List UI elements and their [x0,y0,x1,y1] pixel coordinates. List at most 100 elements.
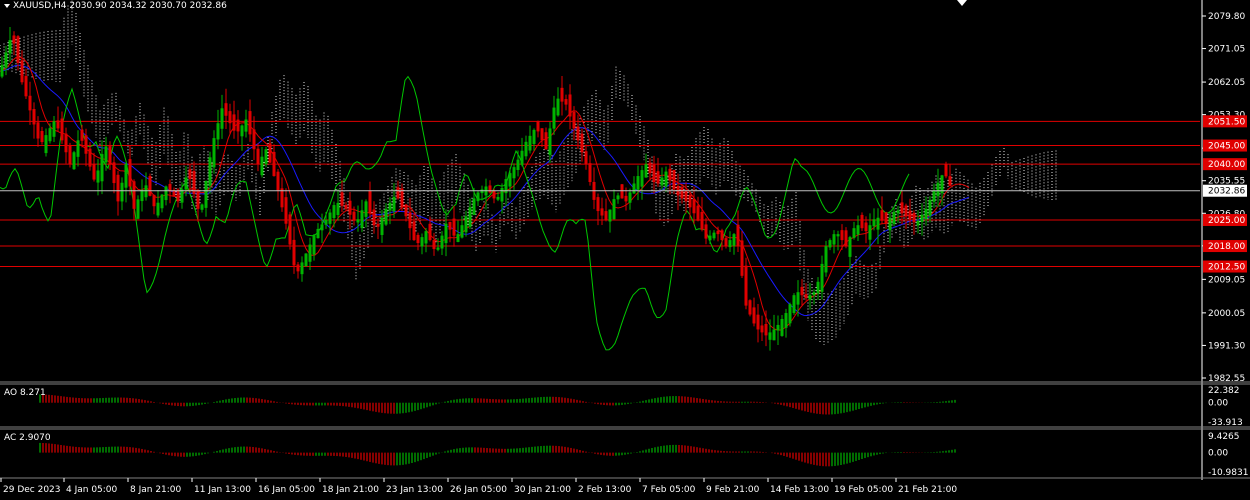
bull-candle [440,235,444,249]
bear-candle [688,195,692,208]
bear-candle [196,189,200,209]
scroll-marker-icon[interactable] [957,0,967,6]
bear-candle [428,223,432,241]
bull-candle [896,210,900,214]
bear-candle [652,164,656,183]
bull-candle [612,199,616,220]
bear-candle [404,204,408,217]
time-tick-label: 9 Feb 21:00 [706,485,760,495]
bear-candle [56,120,60,129]
bear-candle [272,151,276,177]
bull-candle [772,329,776,341]
bear-candle [572,111,576,129]
bear-candle [84,135,88,154]
osc-tick-label: -10.9831 [1208,468,1248,478]
bull-candle [828,240,832,248]
bear-candle [12,35,16,44]
bull-candle [0,64,4,77]
bull-candle [180,189,184,203]
bear-candle [764,324,768,336]
bear-candle [864,222,868,232]
bear-candle [912,212,916,223]
bear-candle [284,197,288,224]
bull-candle [728,240,732,248]
bear-candle [132,181,136,209]
bull-candle [212,138,216,168]
bear-candle [248,111,252,135]
bear-candle [32,109,36,125]
bear-candle [40,131,44,143]
bear-candle [372,209,376,226]
bear-candle [540,128,544,141]
bear-candle [860,214,864,229]
bear-candle [760,325,764,333]
bull-candle [788,304,792,324]
chevron-down-icon[interactable] [4,3,10,8]
bull-candle [420,237,424,247]
bull-candle [928,199,932,216]
bull-candle [328,212,332,224]
bear-candle [288,214,292,245]
bear-candle [448,221,452,230]
bull-candle [796,292,800,305]
bull-candle [608,209,612,222]
bull-candle [48,128,52,142]
bear-candle [232,114,236,131]
time-tick-label: 2 Feb 13:00 [578,485,632,495]
bear-candle [344,204,348,209]
bull-candle [4,52,8,68]
bear-candle [680,186,684,199]
bear-candle [684,190,688,202]
bull-candle [316,228,320,239]
bear-candle [944,164,948,177]
bear-candle [88,148,92,167]
bull-candle [444,223,448,244]
bull-candle [44,135,48,154]
bull-candle [500,187,504,202]
bear-candle [736,224,740,247]
time-tick-label: 19 Feb 05:00 [834,485,893,495]
bear-candle [672,169,676,190]
bear-candle [148,176,152,196]
price-tick-label: 2079.80 [1208,12,1245,22]
bear-candle [756,314,760,330]
bull-candle [264,149,268,165]
bear-candle [804,294,808,299]
bull-candle [532,129,536,144]
level-price-label: 2040.00 [1208,160,1245,170]
bear-candle [24,76,28,97]
time-axis: 29 Dec 2023 4 Jan 05:00 8 Jan 21:00 11 Jan … [0,478,957,495]
bull-candle [216,123,220,140]
time-tick-label: 7 Feb 05:00 [642,485,696,495]
bull-candle [816,281,820,294]
bear-candle [68,144,72,165]
bull-candle [52,121,56,137]
level-price-label: 2051.50 [1208,117,1245,127]
symbol-header: XAUUSD,H4 2030.90 2034.32 2030.70 2032.8… [4,1,227,11]
osc-tick-label: -33.913 [1208,418,1243,428]
bear-candle [720,230,724,241]
bear-candle [624,195,628,202]
bear-candle [128,159,132,187]
bear-candle [692,198,696,214]
bear-candle [696,205,700,221]
bull-candle [644,164,648,178]
bear-candle [948,176,952,186]
bull-candle [856,225,860,235]
bull-candle [300,262,304,275]
price-tick-label: 2062.05 [1208,78,1245,88]
bear-candle [176,189,180,202]
bear-candle [600,208,604,216]
bull-candle [320,224,324,231]
bull-candle [100,154,104,182]
bull-candle [208,157,212,186]
bull-candle [96,170,100,183]
bear-candle [20,60,24,83]
bear-candle [648,162,652,174]
osc-tick-label: 0.00 [1208,449,1228,459]
bear-candle [60,118,64,141]
bear-candle [904,205,908,217]
bull-candle [708,235,712,241]
bull-candle [820,263,824,292]
bear-candle [604,211,608,220]
